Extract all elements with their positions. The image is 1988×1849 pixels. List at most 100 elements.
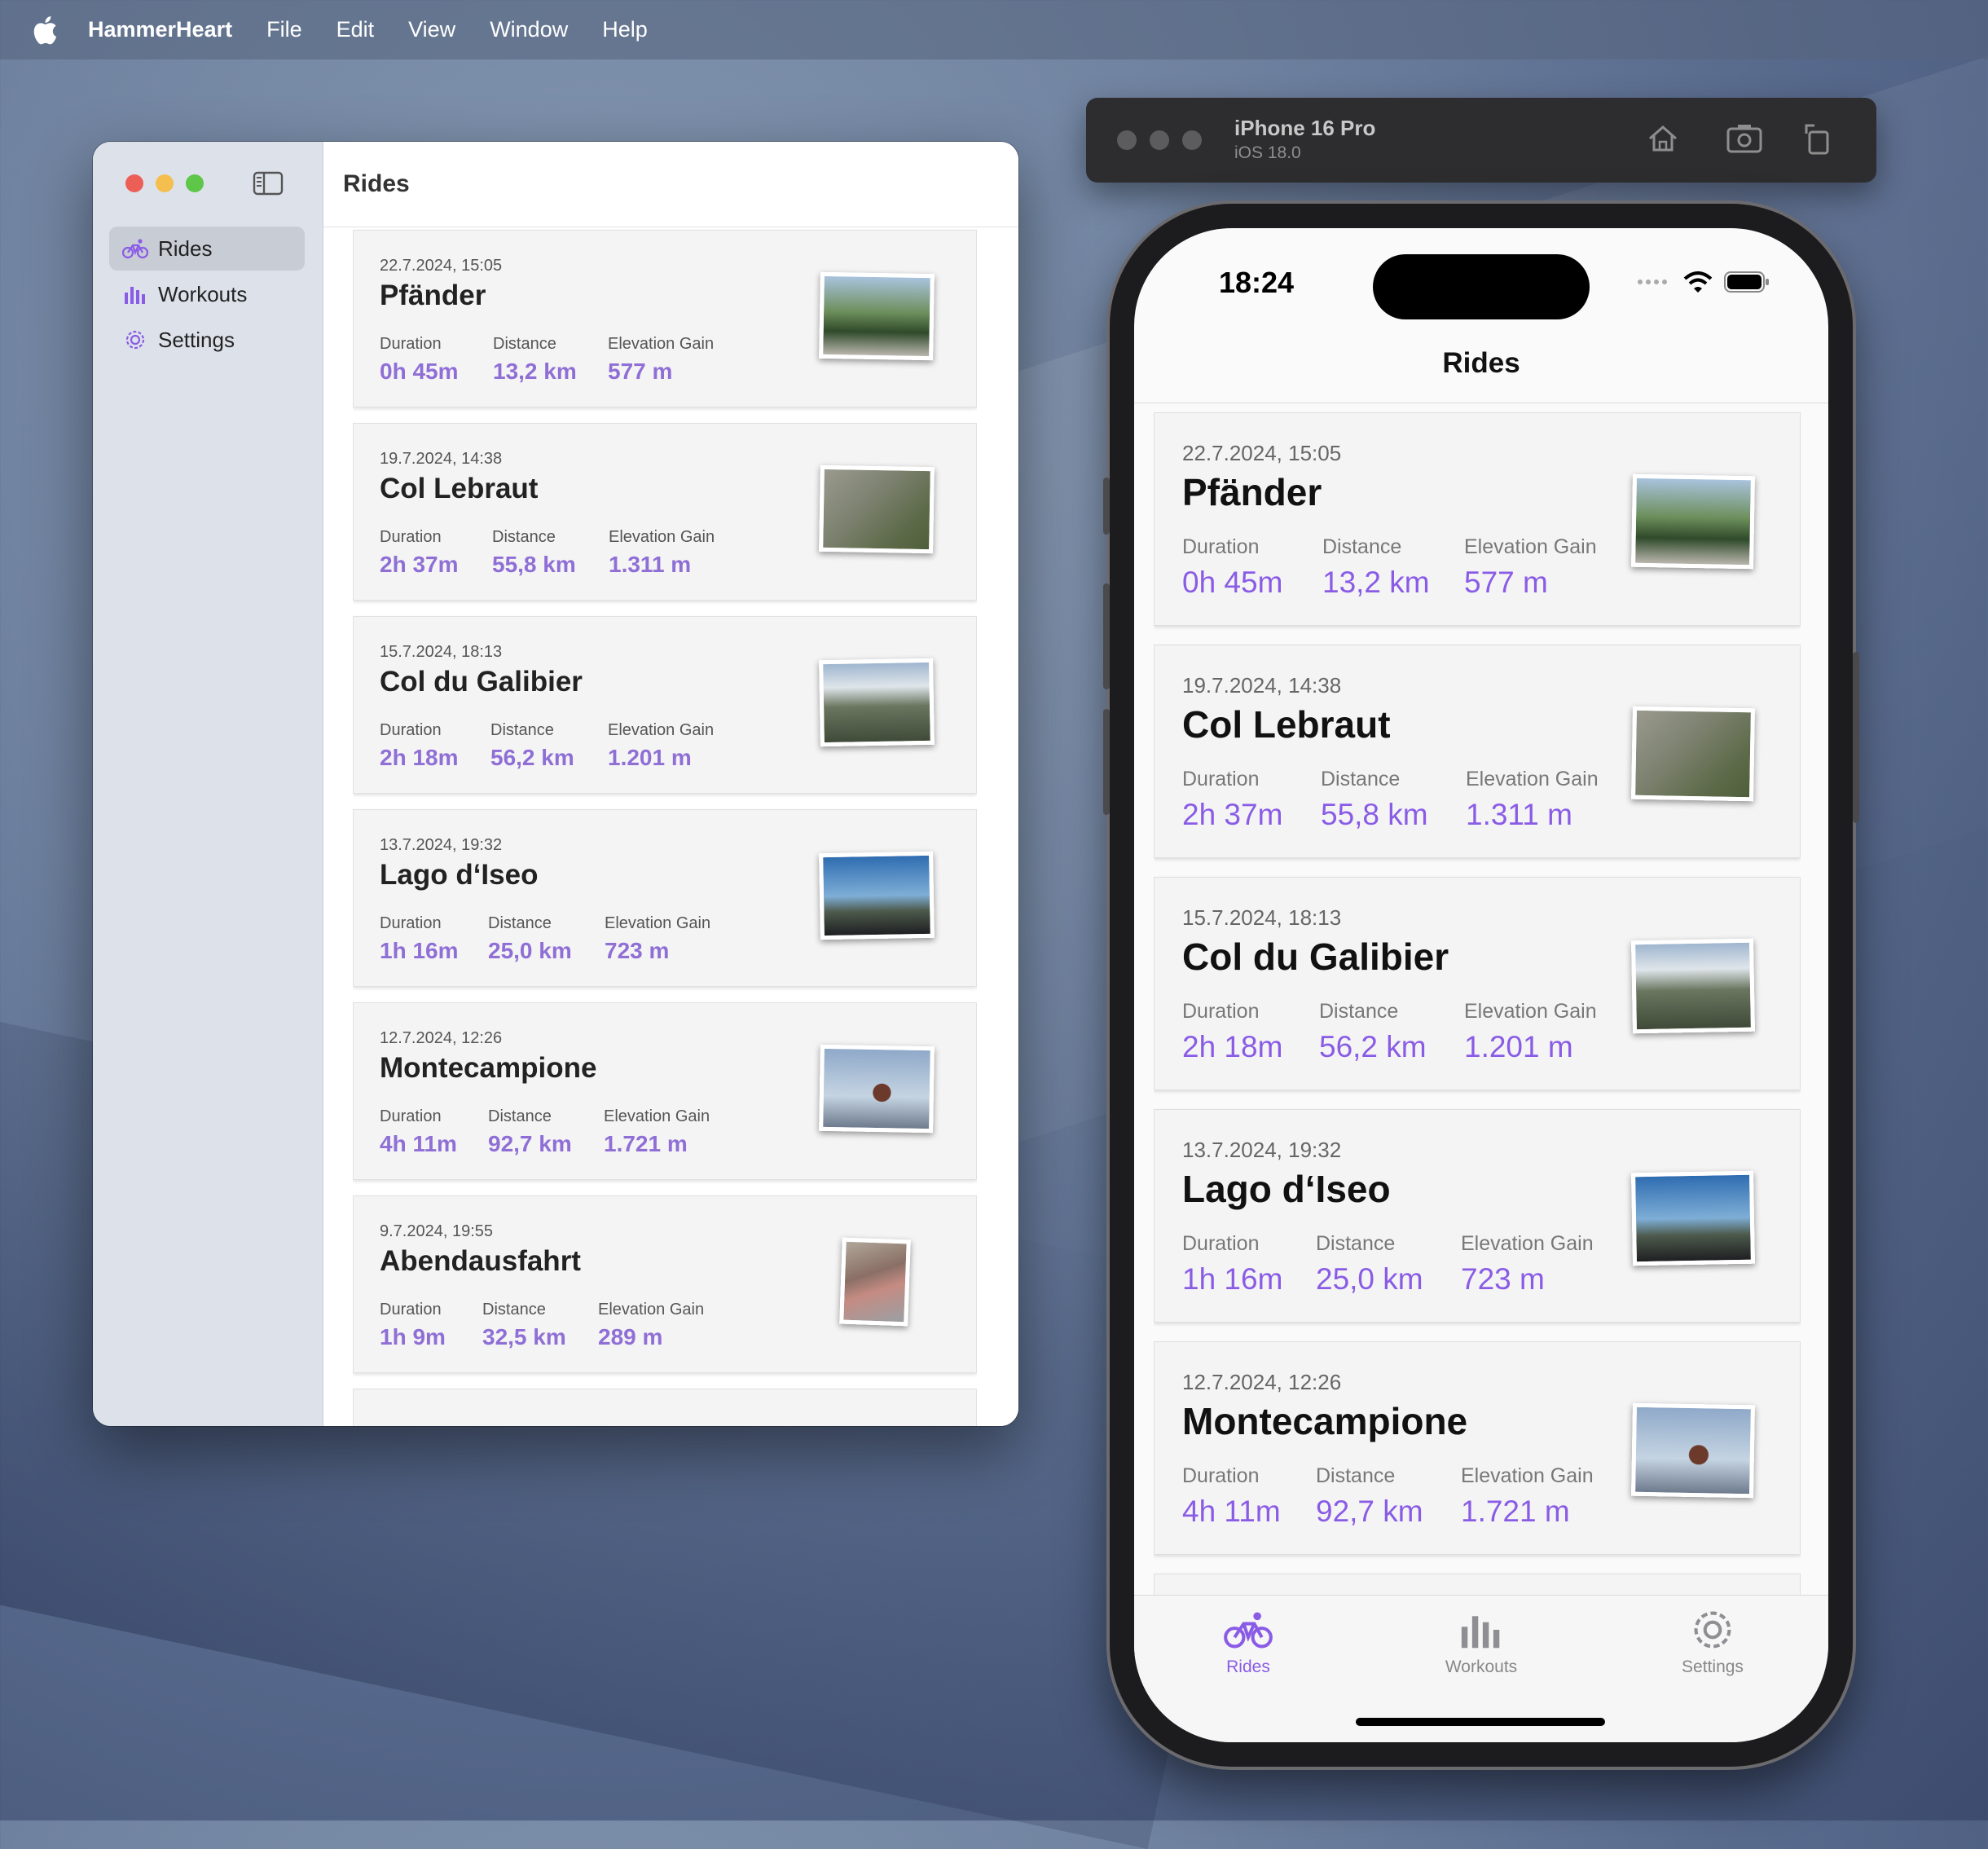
tab-workouts[interactable]: Workouts (1400, 1609, 1563, 1677)
ride-name: Montecampione (380, 1052, 597, 1084)
ride-card[interactable]: 9.7.2024, 19:55 Abendausfahrt Duration 1h… (353, 1195, 977, 1373)
ride-name: Pfänder (380, 280, 486, 311)
duration-stat: Duration 1h 16m (380, 914, 459, 963)
minimize-button[interactable] (156, 174, 174, 192)
duration-stat: Duration 2h 37m (1182, 768, 1283, 831)
rides-list[interactable]: 22.7.2024, 15:05 Pfänder Duration 0h 45m … (353, 228, 977, 1426)
home-icon[interactable] (1645, 121, 1681, 156)
duration-stat: Duration 2h 37m (380, 528, 459, 577)
sidebar-item-rides[interactable]: Rides (109, 227, 305, 271)
ride-date: 13.7.2024, 19:32 (1182, 1138, 1342, 1162)
bicycle-icon (1224, 1612, 1273, 1649)
mac-app-window: Rides Workouts Settings Rides 22.7.2024,… (93, 142, 1018, 1426)
ride-card[interactable]: 13.7.2024, 19:32 Lago d‘Iseo Duration 1h … (1154, 1109, 1801, 1323)
ride-card[interactable]: 13.7.2024, 19:32 Lago d‘Iseo Duration 1h … (353, 809, 977, 987)
ride-card[interactable]: 12.7.2024, 12:26 Montecampione Duration 4… (353, 1002, 977, 1180)
ride-name: Lago d‘Iseo (380, 859, 539, 891)
sidebar-item-label: Workouts (158, 281, 248, 306)
ride-photo (1631, 1402, 1755, 1499)
distance-stat: Distance 25,0 km (488, 914, 572, 963)
tab-rides[interactable]: Rides (1167, 1609, 1330, 1677)
ride-card[interactable]: 15.7.2024, 18:13 Col du Galibier Duratio… (353, 616, 977, 794)
elevation-stat: Elevation Gain 1.721 m (1461, 1464, 1594, 1528)
elevation-stat: Elevation Gain 723 m (605, 914, 711, 963)
menu-view[interactable]: View (408, 17, 455, 42)
elevation-stat: Elevation Gain 577 m (608, 335, 715, 384)
distance-stat: Distance 13,2 km (1322, 535, 1430, 599)
ride-date: 15.7.2024, 18:13 (380, 643, 503, 661)
sidebar-item-settings[interactable]: Settings (109, 318, 305, 362)
ride-date: 19.7.2024, 14:38 (1182, 673, 1342, 698)
rotate-icon[interactable] (1800, 121, 1836, 156)
nav-title: Rides (1442, 347, 1520, 379)
ride-photo (819, 464, 935, 554)
simulator-os-version: iOS 18.0 (1234, 143, 1301, 162)
ride-card[interactable] (353, 1389, 977, 1426)
menu-edit[interactable]: Edit (336, 17, 375, 42)
ride-card[interactable]: 15.7.2024, 18:13 Col du Galibier Duratio… (1154, 877, 1801, 1090)
duration-stat: Duration 0h 45m (1182, 535, 1283, 599)
bar-chart-icon (1461, 1616, 1500, 1649)
ride-photo (839, 1237, 911, 1327)
distance-stat: Distance 32,5 km (482, 1301, 566, 1349)
zoom-button[interactable] (186, 174, 204, 192)
gear-icon (1694, 1611, 1731, 1649)
menu-app-name[interactable]: HammerHeart (88, 17, 232, 42)
rides-list[interactable]: 22.7.2024, 15:05 Pfänder Duration 0h 45m … (1154, 412, 1801, 1610)
ride-date: 19.7.2024, 14:38 (380, 450, 503, 468)
menu-file[interactable]: File (266, 17, 302, 42)
ride-date: 15.7.2024, 18:13 (1182, 905, 1342, 930)
sim-minimize-button[interactable] (1150, 130, 1169, 150)
sim-close-button[interactable] (1117, 130, 1137, 150)
duration-stat: Duration 1h 16m (1182, 1232, 1283, 1296)
duration-stat: Duration 4h 11m (380, 1107, 457, 1156)
ride-card[interactable]: 22.7.2024, 15:05 Pfänder Duration 0h 45m … (1154, 412, 1801, 626)
ride-name: Lago d‘Iseo (1182, 1168, 1391, 1210)
ride-name: Abendausfahrt (380, 1245, 581, 1277)
tab-settings[interactable]: Settings (1631, 1609, 1794, 1677)
ride-date: 12.7.2024, 12:26 (380, 1029, 503, 1047)
elevation-stat: Elevation Gain 577 m (1464, 535, 1597, 599)
status-time: 18:24 (1219, 266, 1295, 299)
apple-logo-icon[interactable] (29, 14, 59, 46)
ride-name: Col du Galibier (380, 666, 583, 698)
battery-icon (1724, 271, 1769, 293)
tab-bar: Rides Workouts Settings (1134, 1595, 1828, 1742)
power-button (1853, 652, 1859, 823)
ride-card[interactable]: 19.7.2024, 14:38 Col Lebraut Duration 2h … (353, 423, 977, 601)
volume-down-button (1103, 709, 1110, 815)
ride-card[interactable]: 12.7.2024, 12:26 Montecampione Duration 4… (1154, 1341, 1801, 1555)
ride-photo (1631, 706, 1755, 802)
status-icons (1636, 271, 1770, 293)
duration-stat: Duration 0h 45m (380, 335, 459, 384)
window-controls (125, 174, 204, 192)
ride-name: Pfänder (1182, 471, 1322, 513)
screenshot-icon[interactable] (1725, 121, 1764, 156)
distance-stat: Distance 92,7 km (488, 1107, 572, 1156)
distance-stat: Distance 55,8 km (1321, 768, 1428, 831)
ride-photo (819, 658, 935, 747)
sidebar-toggle-icon[interactable] (253, 171, 284, 196)
close-button[interactable] (125, 174, 143, 192)
elevation-stat: Elevation Gain 1.201 m (608, 721, 715, 770)
duration-stat: Duration 2h 18m (1182, 1000, 1283, 1063)
home-indicator[interactable] (1356, 1718, 1605, 1726)
iphone-simulator: 18:24 Rides 22.7.2024, 15:05 Pfänder Dur… (1103, 204, 1859, 1767)
menu-help[interactable]: Help (602, 17, 648, 42)
sim-zoom-button[interactable] (1182, 130, 1202, 150)
distance-stat: Distance 56,2 km (1319, 1000, 1427, 1063)
duration-stat: Duration 2h 18m (380, 721, 459, 770)
ride-card[interactable]: 19.7.2024, 14:38 Col Lebraut Duration 2h … (1154, 645, 1801, 858)
dynamic-island (1373, 254, 1590, 319)
sidebar-item-workouts[interactable]: Workouts (109, 272, 305, 316)
distance-stat: Distance 25,0 km (1316, 1232, 1423, 1296)
ride-card[interactable]: 22.7.2024, 15:05 Pfänder Duration 0h 45m … (353, 230, 977, 407)
ride-name: Col Lebraut (1182, 703, 1391, 746)
sidebar-item-label: Rides (158, 236, 213, 261)
elevation-stat: Elevation Gain 723 m (1461, 1232, 1594, 1296)
ride-photo (819, 851, 935, 940)
menu-window[interactable]: Window (490, 17, 568, 42)
signal-dots-icon (1638, 280, 1667, 284)
distance-stat: Distance 13,2 km (493, 335, 577, 384)
volume-up-button (1103, 583, 1110, 689)
